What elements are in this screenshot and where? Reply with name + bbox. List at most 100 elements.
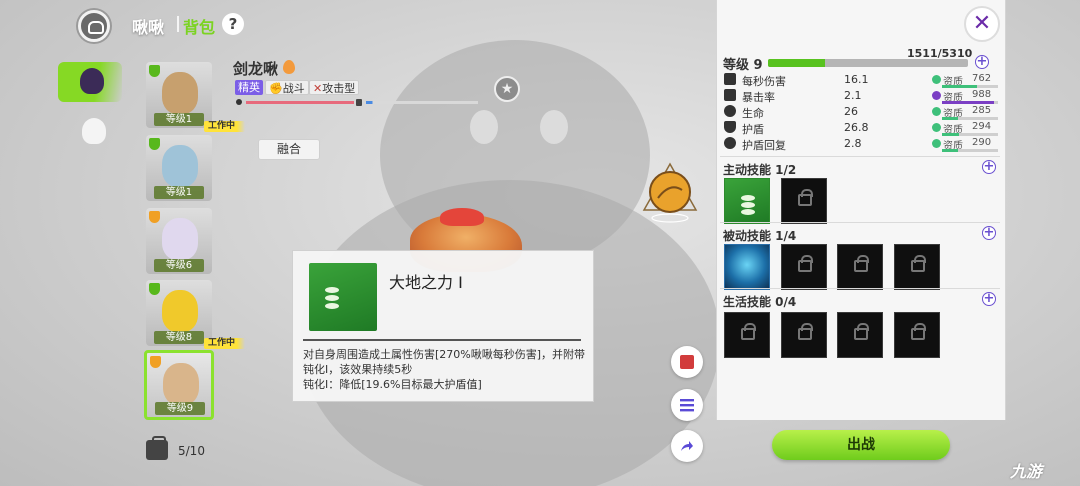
bag-capacity: 5/10: [178, 444, 205, 458]
header-separator: [177, 16, 179, 32]
favorite-star-button[interactable]: ★: [494, 76, 520, 102]
pet-card[interactable]: 等级8: [146, 280, 212, 346]
stat-row: 每秒伤害 16.1 资质 762: [724, 72, 1000, 88]
pet-crest: [440, 208, 484, 226]
watermark: 九游: [1010, 462, 1043, 481]
aptitude-value: 294: [972, 121, 992, 132]
shield-icon: [150, 356, 161, 368]
skill-name: 大地之力 I: [389, 273, 463, 292]
aptitude-value: 290: [972, 137, 992, 148]
fist-icon: ✊: [269, 82, 283, 95]
lock-icon: [911, 323, 926, 340]
passive-skill-slot[interactable]: [724, 244, 770, 290]
lock-icon: [911, 255, 926, 272]
swords-icon: ✕: [313, 82, 323, 95]
stat-value: 26.8: [844, 121, 869, 134]
side-tab-other-icon[interactable]: [82, 118, 106, 144]
role-tag: ✊战斗: [265, 80, 309, 95]
passive-skills-title: 被动技能 1/4: [723, 229, 797, 243]
lock-icon: [741, 323, 756, 340]
aptitude-icon: [932, 91, 941, 100]
stat-name: 暴击率: [742, 91, 775, 104]
tab-bag[interactable]: 背包: [183, 14, 215, 38]
list-button[interactable]: [671, 389, 703, 421]
stat-name: 护盾: [742, 123, 764, 136]
locked-skill-slot[interactable]: [894, 244, 940, 290]
aptitude-bar: [942, 149, 998, 152]
locked-skill-slot[interactable]: [724, 312, 770, 358]
working-badge: 工作中: [204, 338, 246, 349]
pet-card-selected[interactable]: 等级9: [144, 350, 214, 420]
sword-icon: [724, 73, 736, 85]
divider: [303, 339, 581, 341]
background-silhouette-eye: [540, 110, 568, 144]
release-button[interactable]: [671, 346, 703, 378]
list-icon: [680, 399, 694, 412]
side-tab-pets[interactable]: [58, 62, 122, 102]
pet-level: 等级6: [154, 259, 204, 272]
trash-icon: [680, 355, 694, 369]
stat-name: 每秒伤害: [742, 75, 786, 88]
divider: [720, 288, 1000, 289]
lock-icon: [798, 323, 813, 340]
aptitude-icon: [932, 75, 941, 84]
shield-icon: [724, 121, 736, 133]
heart-icon: [724, 105, 736, 117]
background-silhouette-eye: [470, 110, 498, 144]
add-life-skill-button[interactable]: +: [982, 292, 996, 306]
skill-description: 对自身周围造成土属性伤害[270%啾啾每秒伤害]，并附带钝化Ⅰ，该效果持续5秒 …: [303, 347, 587, 392]
skill-slot-earth-power[interactable]: [724, 178, 770, 224]
pet-level-label: 等级 9: [723, 58, 763, 73]
aptitude-value: 285: [972, 105, 992, 116]
pet-level: 等级1: [154, 113, 204, 126]
aptitude-bar-fill: [942, 149, 959, 152]
shield-small-icon: [356, 99, 362, 106]
add-experience-button[interactable]: +: [975, 55, 989, 69]
deploy-button[interactable]: 出战: [772, 430, 950, 460]
locked-skill-slot[interactable]: [894, 312, 940, 358]
pet-avatar: [162, 290, 198, 332]
coin-stack-icon: [741, 209, 755, 215]
aptitude-value: 762: [972, 73, 992, 84]
locked-skill-slot[interactable]: [781, 312, 827, 358]
coin-stack-icon: [325, 295, 339, 301]
lock-icon: [798, 189, 813, 206]
skill-effect-text: 对自身周围造成土属性伤害[270%啾啾每秒伤害]，并附带钝化Ⅰ，该效果持续5秒: [303, 348, 586, 376]
stat-row: 生命 26 资质 285: [724, 104, 1000, 120]
help-button[interactable]: ?: [222, 13, 244, 35]
locked-skill-slot[interactable]: [781, 178, 827, 224]
skill-debuff-text: 钝化Ⅰ：降低[19.6%目标最大护盾值]: [303, 378, 482, 391]
pet-card[interactable]: 等级1: [146, 135, 212, 201]
role-tag-label: 战斗: [282, 82, 305, 95]
pet-name: 剑龙啾: [233, 60, 279, 78]
life-skills-title: 生活技能 0/4: [723, 295, 797, 309]
share-button[interactable]: [671, 430, 703, 462]
divider: [720, 222, 1000, 223]
share-arrow-icon: [681, 441, 693, 451]
stat-value: 2.1: [844, 89, 862, 102]
pet-level: 等级1: [154, 186, 204, 199]
aptitude-icon: [932, 139, 941, 148]
divider: [720, 156, 1000, 157]
add-active-skill-button[interactable]: +: [982, 160, 996, 174]
pet-card[interactable]: 等级1: [146, 62, 212, 128]
header-title: 啾啾: [132, 18, 165, 37]
stat-value: 2.8: [844, 137, 862, 150]
coin-stack-icon: [741, 195, 755, 201]
aptitude-icon: [932, 107, 941, 116]
locked-skill-slot[interactable]: [837, 312, 883, 358]
stat-value: 26: [844, 105, 858, 118]
stat-row: 暴击率 2.1 资质 988: [724, 88, 1000, 104]
coin-stack-icon: [325, 287, 339, 293]
add-passive-skill-button[interactable]: +: [982, 226, 996, 240]
fuse-button[interactable]: 融合: [258, 139, 320, 160]
locked-skill-slot[interactable]: [781, 244, 827, 290]
pet-bag-icon: [78, 10, 110, 42]
locked-skill-slot[interactable]: [837, 244, 883, 290]
pet-card[interactable]: 等级6: [146, 208, 212, 274]
close-button[interactable]: ✕: [964, 6, 1000, 42]
pet-avatar: [162, 145, 198, 187]
shield-regen-icon: [724, 137, 736, 149]
critical-hit-icon: [724, 89, 736, 101]
stat-name: 生命: [742, 107, 764, 120]
